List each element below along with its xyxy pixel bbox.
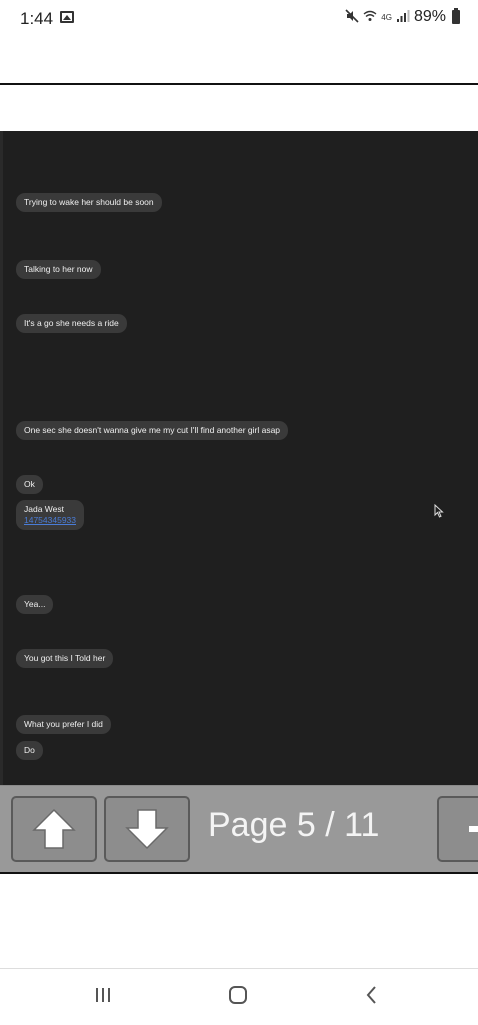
gallery-icon [60,11,74,23]
nav-divider [0,968,478,969]
status-bar: 1:44 4G 89% [0,0,478,38]
viewer-edge [0,131,3,785]
message-bubble: Yea... [16,595,54,614]
recent-apps-icon [96,988,110,1002]
home-button[interactable] [218,980,258,1010]
home-icon [229,986,247,1004]
previous-page-button[interactable] [11,796,97,862]
header-divider [0,83,478,85]
signal-icon [396,9,410,26]
toolbar-divider [0,872,478,874]
cursor-icon [434,503,444,518]
wifi-icon [363,9,377,26]
down-arrow-icon [125,809,169,850]
back-button[interactable] [352,980,392,1010]
battery-percent: 89% [413,8,446,25]
message-bubble: Ok [16,475,43,494]
page-indicator: Page 5 / 11 [208,806,380,844]
message-bubble: Talking to her now [16,260,101,279]
network-type: 4G [381,12,392,22]
document-viewer[interactable] [0,131,478,785]
status-right: 4G 89% [345,8,460,26]
recent-apps-button[interactable] [83,980,123,1010]
zoom-out-button[interactable] [437,796,478,862]
message-bubble: What you prefer I did [16,715,111,734]
contact-phone-link[interactable]: 14754345933 [24,515,76,526]
message-bubble: Do [16,741,43,760]
mute-icon [345,8,359,26]
back-icon [366,986,376,1004]
contact-name: Jada West [24,504,65,514]
contact-card-bubble: Jada West 14754345933 [16,500,85,530]
message-bubble: Trying to wake her should be soon [16,193,162,212]
message-bubble: You got this I Told her [16,649,114,668]
next-page-button[interactable] [104,796,190,862]
battery-icon [452,8,460,24]
message-bubble: It's a go she needs a ride [16,314,127,333]
minus-icon [469,826,478,832]
status-time: 1:44 [20,9,54,28]
message-bubble: One sec she doesn't wanna give me my cut… [16,421,289,440]
up-arrow-icon [32,808,76,849]
page-toolbar: Page 5 / 11 [0,785,478,872]
